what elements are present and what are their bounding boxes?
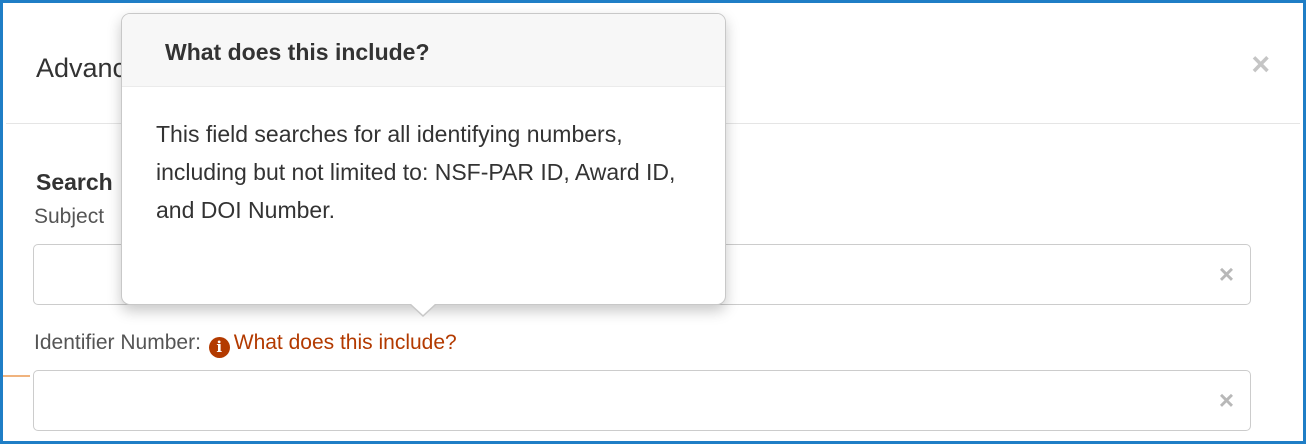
- identifier-field: ×: [33, 370, 1251, 431]
- screenshot-frame: Advanced Search × Search Subject × Ident…: [0, 0, 1306, 444]
- identifier-label: Identifier Number: i What does this inclu…: [34, 331, 457, 358]
- identifier-clear-icon[interactable]: ×: [1219, 385, 1234, 415]
- close-button[interactable]: ×: [1251, 46, 1270, 82]
- subject-clear-icon[interactable]: ×: [1219, 259, 1234, 289]
- subject-label: Subject: [34, 205, 105, 228]
- page-edge-accent: [3, 375, 30, 377]
- info-link-text: What does this include?: [233, 331, 457, 354]
- identifier-input[interactable]: [34, 371, 1250, 430]
- section-heading: Search: [36, 169, 113, 195]
- popover-arrow-inner: [410, 303, 436, 315]
- info-circle-icon: i: [208, 337, 230, 358]
- info-popover: What does this include? This field searc…: [121, 13, 726, 317]
- popover-title: What does this include?: [122, 14, 725, 87]
- what-does-this-include-link[interactable]: i What does this include?: [207, 331, 457, 358]
- popover-content: This field searches for all identifying …: [156, 121, 676, 223]
- identifier-label-text: Identifier Number:: [34, 331, 201, 354]
